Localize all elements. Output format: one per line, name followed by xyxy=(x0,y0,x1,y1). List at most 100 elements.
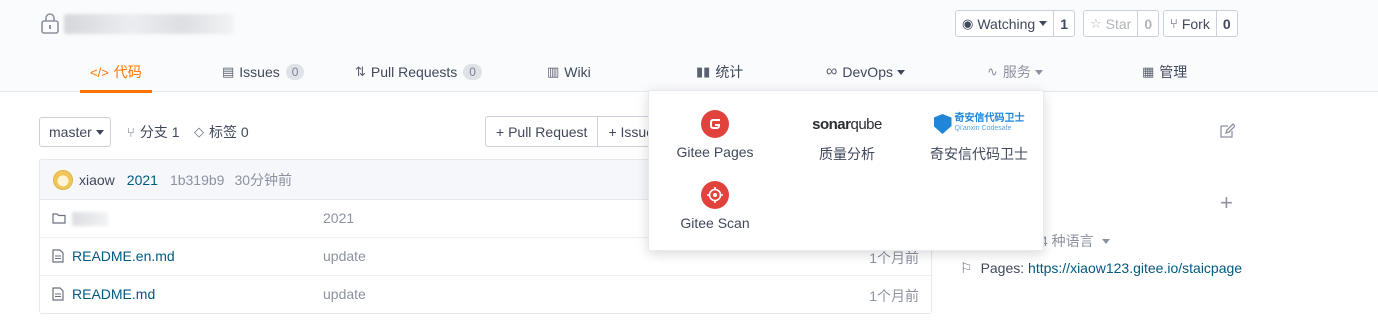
qianxin-codesafe-logo: 奇安信代码卫士 Qi'anxin Codesafe xyxy=(913,110,1045,138)
qax-logo-title: 奇安信代码卫士 xyxy=(954,113,1025,124)
chevron-down-icon xyxy=(1101,238,1110,244)
file-name[interactable]: README.en.md xyxy=(72,248,175,264)
service-label: Gitee Pages xyxy=(676,144,754,160)
file-icon xyxy=(52,249,64,266)
pages-info: ⚐ Pages: https://xiaow123.gitee.io/staicp… xyxy=(960,258,1245,278)
folder-name-blurred[interactable] xyxy=(72,212,108,226)
tab-label: 管理 xyxy=(1159,64,1188,80)
bar-chart-icon: ▮▮ xyxy=(696,64,711,79)
watch-label: Watching xyxy=(977,15,1036,32)
chevron-down-icon xyxy=(896,69,905,75)
folder-icon xyxy=(52,211,66,227)
tab-label: Wiki xyxy=(564,64,591,80)
commit-message[interactable]: 2021 xyxy=(127,172,158,188)
create-button-group: + Pull Request + Issue xyxy=(485,116,665,147)
pages-label: Pages: xyxy=(980,260,1025,276)
qax-logo-subtitle: Qi'anxin Codesafe xyxy=(954,125,1012,132)
plus-icon[interactable]: + xyxy=(1220,192,1233,214)
services-dropdown: Gitee Pages sonarqube 质量分析 奇安信代码卫士 Qi'anx… xyxy=(648,90,1044,251)
tags-label: 标签 0 xyxy=(209,124,249,140)
book-icon: ▥ xyxy=(547,64,560,79)
branch-select[interactable]: master xyxy=(39,117,111,147)
file-time: 1个月前 xyxy=(869,288,919,304)
pr-count-badge: 0 xyxy=(463,64,482,80)
repo-header: ◉ Watching 1 ☆ Star 0 ⑂ Fork 0 </> 代码 ▤ … xyxy=(0,0,1378,93)
tab-services[interactable]: ∿ 服务 xyxy=(987,52,1043,92)
star-button[interactable]: ☆ Star xyxy=(1084,11,1137,36)
tab-label: 服务 xyxy=(1002,64,1031,80)
tab-manage[interactable]: ▦ 管理 xyxy=(1142,52,1187,92)
service-gitee-pages[interactable]: Gitee Pages xyxy=(649,110,781,160)
watch-button-group[interactable]: ◉ Watching 1 xyxy=(955,10,1075,37)
tab-devops[interactable]: ∞ DevOps xyxy=(826,52,905,92)
sonarqube-logo-light: qube xyxy=(850,115,882,133)
star-label: Star xyxy=(1105,15,1132,32)
avatar[interactable] xyxy=(53,169,73,190)
commit-author[interactable]: xiaow xyxy=(79,172,115,188)
service-label: 质量分析 xyxy=(819,146,875,162)
new-pull-request-button[interactable]: + Pull Request xyxy=(486,117,597,146)
tab-label: 统计 xyxy=(715,64,744,80)
edit-icon[interactable] xyxy=(1219,123,1235,139)
sonarqube-logo-bold: sonar xyxy=(812,115,851,133)
lock-icon xyxy=(41,13,59,34)
file-icon xyxy=(52,287,64,304)
watch-button[interactable]: ◉ Watching xyxy=(956,11,1053,36)
fork-count[interactable]: 0 xyxy=(1215,11,1237,36)
fork-button[interactable]: ⑂ Fork xyxy=(1164,11,1216,36)
star-icon: ☆ xyxy=(1090,15,1102,31)
watch-count[interactable]: 1 xyxy=(1053,11,1074,36)
file-name[interactable]: README.md xyxy=(72,286,155,302)
service-label: Gitee Scan xyxy=(680,215,750,231)
service-label: 奇安信代码卫士 xyxy=(930,146,1028,162)
bookmark-icon: ⚐ xyxy=(960,260,973,276)
chevron-down-icon xyxy=(95,129,104,135)
tab-label: DevOps xyxy=(842,64,893,80)
repo-name-blurred[interactable] xyxy=(64,14,234,34)
tab-wiki[interactable]: ▥ Wiki xyxy=(547,52,591,92)
tab-code[interactable]: </> 代码 xyxy=(80,52,152,93)
chevron-down-icon xyxy=(1039,21,1048,26)
tag-icon: ◇ xyxy=(194,124,204,139)
settings-doc-icon: ▦ xyxy=(1142,64,1155,79)
file-commit-message[interactable]: update xyxy=(323,248,366,264)
tags-link[interactable]: ◇ 标签 0 xyxy=(194,122,249,142)
file-commit-message[interactable]: update xyxy=(323,286,366,302)
tab-issues[interactable]: ▤ Issues 0 xyxy=(222,52,305,92)
fork-label: Fork xyxy=(1181,15,1210,32)
file-commit-message[interactable]: 2021 xyxy=(323,210,354,226)
service-gitee-scan[interactable]: Gitee Scan xyxy=(649,181,781,231)
pulse-icon: ∿ xyxy=(987,64,998,79)
commit-sha[interactable]: 1b319b9 xyxy=(170,172,225,188)
tab-stats[interactable]: ▮▮ 统计 xyxy=(696,52,743,92)
branch-icon: ⑂ xyxy=(127,124,135,140)
issues-count-badge: 0 xyxy=(285,64,305,80)
pages-url-link[interactable]: https://xiaow123.gitee.io/staicpage xyxy=(1028,260,1242,276)
eye-icon: ◉ xyxy=(962,15,974,31)
tab-pull-requests[interactable]: ⇅ Pull Requests 0 xyxy=(355,52,482,92)
languages-label: 4 种语言 xyxy=(1040,233,1094,249)
gitee-scan-icon xyxy=(649,181,781,209)
repo-tabs: </> 代码 ▤ Issues 0 ⇅ Pull Requests 0 ▥ Wi… xyxy=(40,52,1250,93)
service-qianxin-codesafe[interactable]: 奇安信代码卫士 Qi'anxin Codesafe 奇安信代码卫士 xyxy=(913,110,1045,164)
tab-label: 代码 xyxy=(113,64,142,80)
infinity-icon: ∞ xyxy=(826,63,838,80)
issues-icon: ▤ xyxy=(222,64,235,79)
pull-request-icon: ⇅ xyxy=(355,64,366,79)
service-quality-analysis[interactable]: sonarqube 质量分析 xyxy=(781,110,913,164)
star-button-group[interactable]: ☆ Star 0 xyxy=(1083,10,1160,37)
fork-button-group[interactable]: ⑂ Fork 0 xyxy=(1163,10,1238,37)
gitee-pages-icon xyxy=(649,110,781,138)
star-count[interactable]: 0 xyxy=(1137,11,1158,36)
tab-label: Pull Requests xyxy=(370,64,458,80)
tab-label: Issues xyxy=(239,64,280,80)
file-time: 1个月前 xyxy=(869,250,919,266)
commit-time: 30分钟前 xyxy=(234,171,293,188)
code-icon: </> xyxy=(90,64,109,80)
branches-label: 分支 1 xyxy=(139,124,180,140)
branch-name: master xyxy=(49,124,92,140)
chevron-down-icon xyxy=(1034,69,1043,75)
table-row[interactable]: README.md update 1个月前 xyxy=(40,276,931,314)
branches-link[interactable]: ⑂ 分支 1 xyxy=(127,122,180,142)
fork-icon: ⑂ xyxy=(1170,16,1178,31)
